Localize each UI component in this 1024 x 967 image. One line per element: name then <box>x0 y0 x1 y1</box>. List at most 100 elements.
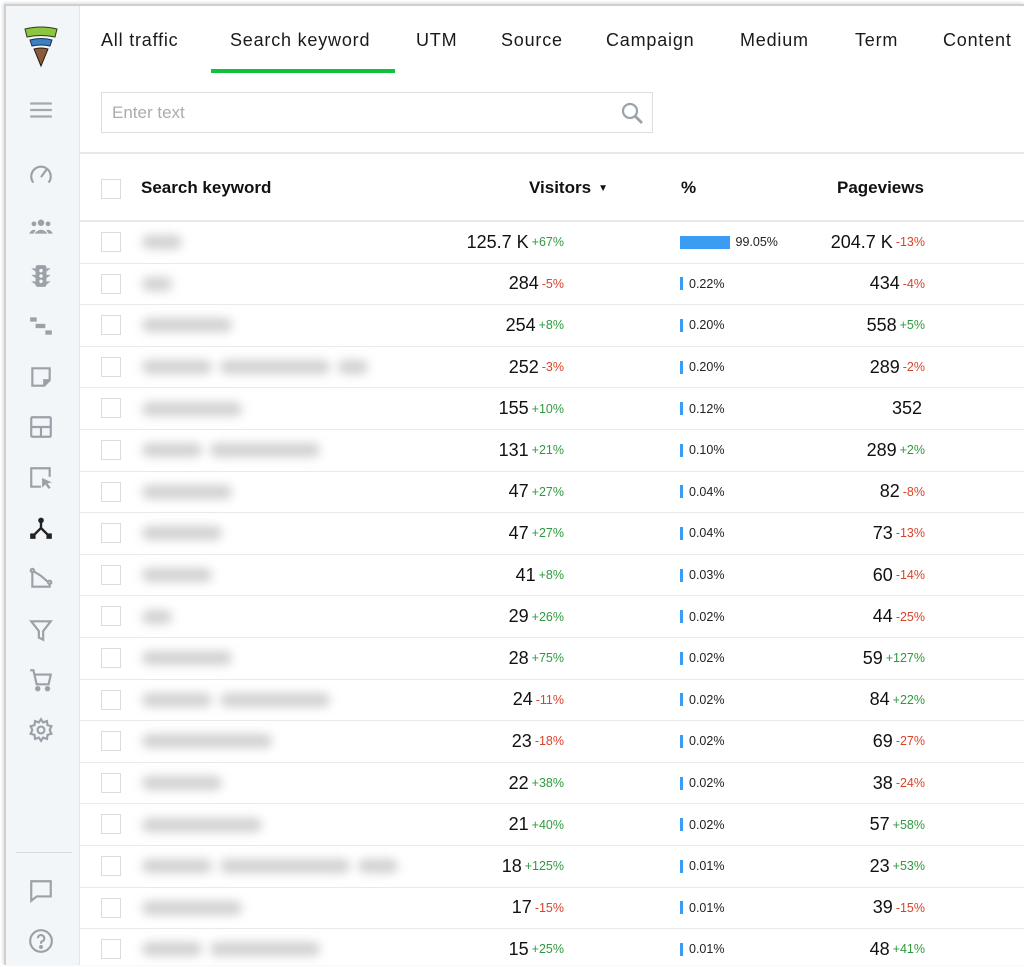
row-checkbox[interactable] <box>101 689 121 710</box>
tab-search-keyword[interactable]: Search keyword <box>230 30 370 51</box>
table-row[interactable]: 21 +40% 0.02% 57 +58% <box>80 804 1024 846</box>
table-row[interactable]: 125.7 K +67% 99.05% 204.7 K -13% <box>80 222 1024 264</box>
visitors-value: 18 <box>501 855 522 876</box>
keyword-cell[interactable] <box>136 388 406 429</box>
select-all-checkbox[interactable] <box>101 179 121 199</box>
row-checkbox[interactable] <box>101 315 121 336</box>
keyword-cell[interactable] <box>136 638 406 679</box>
pageviews-value: 289 <box>869 356 900 377</box>
tab-content[interactable]: Content <box>943 30 1012 51</box>
tab-all-traffic[interactable]: All traffic <box>101 30 179 51</box>
row-checkbox[interactable] <box>101 855 121 876</box>
table-row[interactable]: 18 +125% 0.01% 23 +53% <box>80 846 1024 888</box>
table-row[interactable]: 41 +8% 0.03% 60 -14% <box>80 555 1024 597</box>
pageviews-delta: -8% <box>902 484 925 499</box>
keyword-cell[interactable] <box>136 680 406 721</box>
keyword-cell[interactable] <box>136 264 406 305</box>
row-checkbox[interactable] <box>101 398 121 419</box>
tab-source[interactable]: Source <box>501 30 563 51</box>
traffic-light-icon[interactable] <box>27 262 55 290</box>
layout-grid-icon[interactable] <box>27 413 55 441</box>
percent-bar <box>680 818 683 832</box>
cursor-click-icon[interactable] <box>27 464 55 492</box>
table-row[interactable]: 24 -11% 0.02% 84 +22% <box>80 680 1024 722</box>
percent-value: 0.02% <box>689 651 725 666</box>
table-row[interactable]: 252 -3% 0.20% 289 -2% <box>80 347 1024 389</box>
column-header-percent[interactable]: % <box>681 178 696 198</box>
pageviews-cell: 289 +2% <box>840 430 1024 471</box>
gear-icon[interactable] <box>27 716 55 744</box>
table-row[interactable]: 29 +26% 0.02% 44 -25% <box>80 596 1024 638</box>
gantt-steps-icon[interactable] <box>27 312 55 340</box>
keyword-cell[interactable] <box>136 596 406 637</box>
visitors-value: 22 <box>508 772 529 793</box>
column-header-visitors[interactable]: Visitors ▼ <box>529 178 608 198</box>
table-row[interactable]: 23 -18% 0.02% 69 -27% <box>80 721 1024 763</box>
column-header-pageviews[interactable]: Pageviews <box>837 178 924 198</box>
percent-bar <box>680 360 683 374</box>
row-checkbox[interactable] <box>101 731 121 752</box>
pageviews-delta: -13% <box>895 526 925 541</box>
row-checkbox[interactable] <box>101 814 121 835</box>
search-input[interactable] <box>102 93 582 132</box>
row-checkbox[interactable] <box>101 647 121 668</box>
row-checkbox[interactable] <box>101 897 121 918</box>
table-row[interactable]: 47 +27% 0.04% 82 -8% <box>80 472 1024 514</box>
row-checkbox[interactable] <box>101 273 121 294</box>
branch-nodes-icon[interactable] <box>27 514 55 542</box>
table-row[interactable]: 22 +38% 0.02% 38 -24% <box>80 763 1024 805</box>
app-window: All traffic Search keyword UTM Source Ca… <box>4 4 1024 965</box>
help-circle-icon[interactable] <box>27 927 55 955</box>
users-group-icon[interactable] <box>27 212 55 240</box>
keyword-cell[interactable] <box>136 721 406 762</box>
keyword-cell[interactable] <box>136 513 406 554</box>
funnel-filter-icon[interactable] <box>27 616 55 644</box>
row-checkbox[interactable] <box>101 356 121 377</box>
row-checkbox[interactable] <box>101 564 121 585</box>
table-row[interactable]: 47 +27% 0.04% 73 -13% <box>80 513 1024 555</box>
row-checkbox[interactable] <box>101 523 121 544</box>
keyword-cell[interactable] <box>136 430 406 471</box>
percent-bar <box>680 776 683 790</box>
pageviews-value: 558 <box>866 314 897 335</box>
table-row[interactable]: 254 +8% 0.20% 558 +5% <box>80 305 1024 347</box>
keyword-cell[interactable] <box>136 888 406 929</box>
chat-bubble-icon[interactable] <box>27 877 55 905</box>
table-row[interactable]: 17 -15% 0.01% 39 -15% <box>80 888 1024 930</box>
hamburger-menu-icon[interactable] <box>27 96 55 124</box>
row-checkbox[interactable] <box>101 232 121 252</box>
column-header-keyword[interactable]: Search keyword <box>141 178 271 198</box>
funnel-logo[interactable] <box>23 24 59 68</box>
keyword-cell[interactable] <box>136 222 406 263</box>
shopping-cart-icon[interactable] <box>27 666 55 694</box>
keyword-cell[interactable] <box>136 305 406 346</box>
visitors-delta: +75% <box>531 651 564 666</box>
table-row[interactable]: 15 +25% 0.01% 48 +41% <box>80 929 1024 965</box>
table-row[interactable]: 155 +10% 0.12% 352 <box>80 388 1024 430</box>
row-checkbox[interactable] <box>101 439 121 460</box>
row-checkbox[interactable] <box>101 772 121 793</box>
sticky-note-icon[interactable] <box>27 363 55 391</box>
keyword-cell[interactable] <box>136 804 406 845</box>
table-row[interactable]: 28 +75% 0.02% 59 +127% <box>80 638 1024 680</box>
keyword-cell[interactable] <box>136 472 406 513</box>
trend-line-icon[interactable] <box>27 564 55 592</box>
speedometer-icon[interactable] <box>27 161 55 189</box>
keyword-cell[interactable] <box>136 929 406 965</box>
keyword-cell[interactable] <box>136 347 406 388</box>
table-row[interactable]: 284 -5% 0.22% 434 -4% <box>80 264 1024 306</box>
keyword-cell[interactable] <box>136 846 406 887</box>
row-checkbox[interactable] <box>101 606 121 627</box>
table-row[interactable]: 131 +21% 0.10% 289 +2% <box>80 430 1024 472</box>
search-icon[interactable] <box>620 101 644 125</box>
tab-medium[interactable]: Medium <box>740 30 809 51</box>
tab-utm[interactable]: UTM <box>416 30 457 51</box>
keyword-cell[interactable] <box>136 763 406 804</box>
tab-term[interactable]: Term <box>855 30 898 51</box>
keyword-cell[interactable] <box>136 555 406 596</box>
row-checkbox[interactable] <box>101 481 121 502</box>
visitors-cell: 254 +8% <box>506 305 564 346</box>
redacted-keyword-blur <box>142 568 212 583</box>
tab-campaign[interactable]: Campaign <box>606 30 694 51</box>
row-checkbox[interactable] <box>101 939 121 960</box>
